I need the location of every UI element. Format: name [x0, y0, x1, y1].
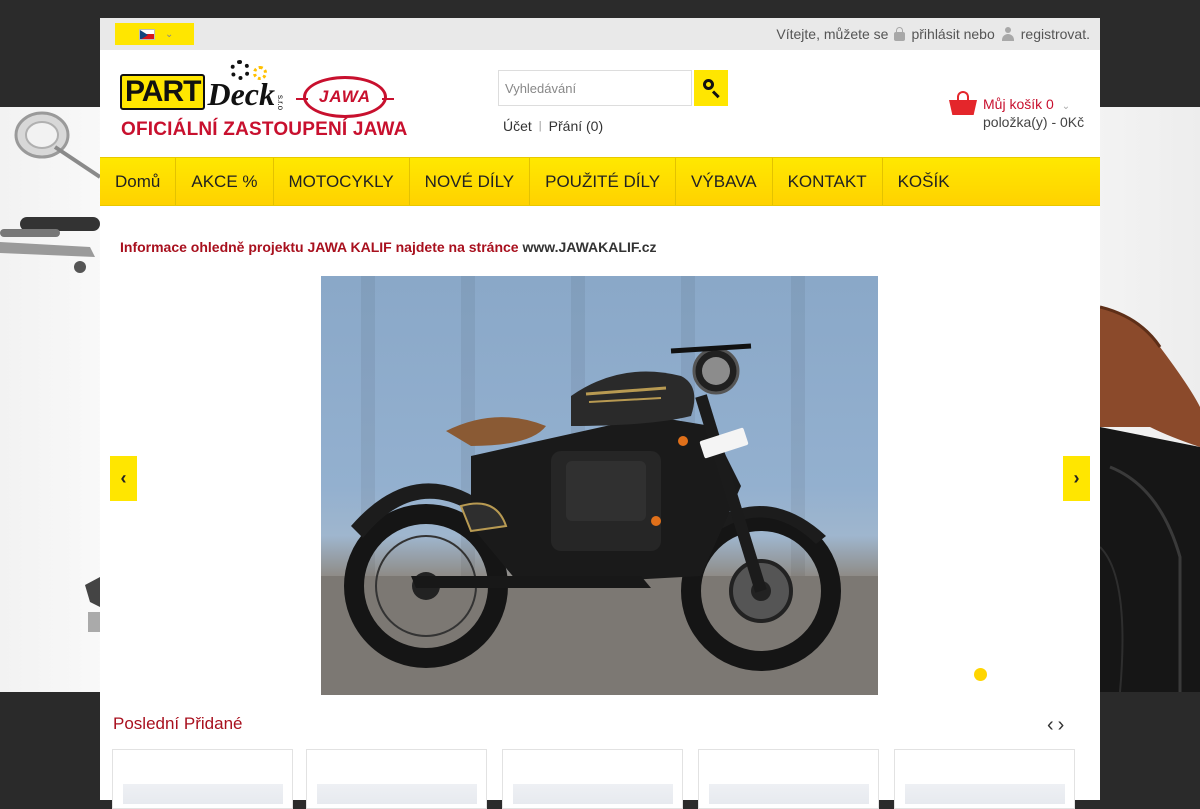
welcome-area: Vítejte, můžete se přihlásit nebo regist…: [776, 26, 1090, 42]
cart-title: Můj košík 0 ⌄: [983, 96, 1070, 112]
chevron-right-icon: ›: [1073, 468, 1080, 488]
welcome-text: Vítejte, můžete se: [776, 26, 889, 42]
cart-count: 0: [1046, 96, 1054, 112]
brand-part-text: PART: [120, 74, 206, 110]
product-card[interactable]: [502, 749, 683, 809]
main-navigation: Domů AKCE % MOTOCYKLY NOVÉ DÍLY POUŽITÉ …: [100, 157, 1100, 206]
nav-item-motorcycles[interactable]: MOTOCYKLY: [274, 158, 410, 205]
latest-next-button[interactable]: ›: [1058, 715, 1065, 735]
top-bar: ⌄ Vítejte, můžete se přihlásit nebo regi…: [100, 18, 1100, 50]
mini-cart[interactable]: Můj košík 0 ⌄ položka(y) - 0Kč: [948, 88, 1093, 133]
product-thumbnail: [905, 784, 1065, 804]
decorative-motorcycle-parts-left: [0, 111, 100, 632]
product-card[interactable]: [306, 749, 487, 809]
page-container: ⌄ Vítejte, můžete se přihlásit nebo regi…: [100, 18, 1100, 809]
nav-item-cart[interactable]: KOŠÍK: [883, 158, 965, 205]
info-banner: Informace ohledně projektu JAWA KALIF na…: [120, 239, 657, 255]
jawakalif-link[interactable]: www.JAWAKALIF.cz: [522, 239, 656, 255]
search-button[interactable]: [694, 70, 728, 106]
nav-item-used-parts[interactable]: POUŽITÉ DÍLY: [530, 158, 677, 205]
brand-sro-text: s.r.o: [275, 94, 285, 110]
nav-item-sale[interactable]: AKCE %: [176, 158, 274, 205]
nav-item-new-parts[interactable]: NOVÉ DÍLY: [410, 158, 531, 205]
product-thumbnail: [513, 784, 673, 804]
czech-flag-icon: [139, 28, 155, 40]
nav-item-equipment[interactable]: VÝBAVA: [676, 158, 773, 205]
chevron-down-icon: ⌄: [165, 28, 174, 40]
slider-prev-button[interactable]: ‹: [110, 456, 137, 501]
product-card[interactable]: [894, 749, 1075, 809]
latest-products-title: Poslední Přidané: [113, 714, 243, 733]
site-logo[interactable]: PART Deck s.r.o JAWA OFICIÁLNÍ ZASTOUPEN…: [120, 60, 407, 142]
wishlist-link[interactable]: Přání (0): [549, 118, 603, 134]
product-thumbnail: [709, 784, 869, 804]
basket-icon: [948, 91, 978, 115]
decorative-motorcycle-seat-right: [1100, 305, 1200, 692]
product-card[interactable]: [698, 749, 879, 809]
account-link[interactable]: Účet: [503, 118, 532, 134]
product-thumbnail: [317, 784, 477, 804]
slider-pagination-dot[interactable]: [974, 668, 987, 681]
login-link[interactable]: přihlásit nebo: [911, 26, 994, 42]
jawa-logo: JAWA: [296, 76, 394, 118]
cart-items-summary: položka(y) - 0Kč: [983, 114, 1085, 130]
logo-slogan: OFICIÁLNÍ ZASTOUPENÍ JAWA: [121, 119, 408, 140]
account-links: Účet | Přání (0): [503, 118, 603, 134]
product-thumbnail: [123, 784, 283, 804]
chevron-down-icon: ⌄: [1061, 101, 1071, 112]
latest-products-nav: ‹ ›: [1047, 715, 1064, 735]
info-text: Informace ohledně projektu JAWA KALIF na…: [120, 239, 523, 255]
link-separator: |: [538, 120, 542, 132]
jawa-logo-text: JAWA: [318, 87, 372, 106]
cart-title-label: Můj košík: [983, 96, 1043, 112]
lock-icon: [894, 26, 906, 41]
latest-prev-button[interactable]: ‹: [1047, 715, 1054, 735]
brand-deck-text: Deck: [207, 76, 275, 112]
motorcycle-photo: [321, 343, 878, 695]
search-input[interactable]: [498, 70, 692, 106]
slider-next-button[interactable]: ›: [1063, 456, 1090, 501]
partdeck-brand: PART Deck s.r.o: [120, 74, 285, 112]
register-link[interactable]: registrovat.: [1021, 26, 1090, 42]
chevron-left-icon: ‹: [120, 468, 127, 488]
product-card[interactable]: [112, 749, 293, 809]
language-selector[interactable]: ⌄: [115, 23, 194, 45]
nav-item-contact[interactable]: KONTAKT: [773, 158, 883, 205]
user-icon: [1001, 27, 1015, 41]
search-icon: [703, 79, 714, 90]
nav-item-home[interactable]: Domů: [100, 158, 177, 205]
latest-products-carousel: [112, 749, 1088, 809]
hero-slider-image[interactable]: [321, 276, 878, 695]
